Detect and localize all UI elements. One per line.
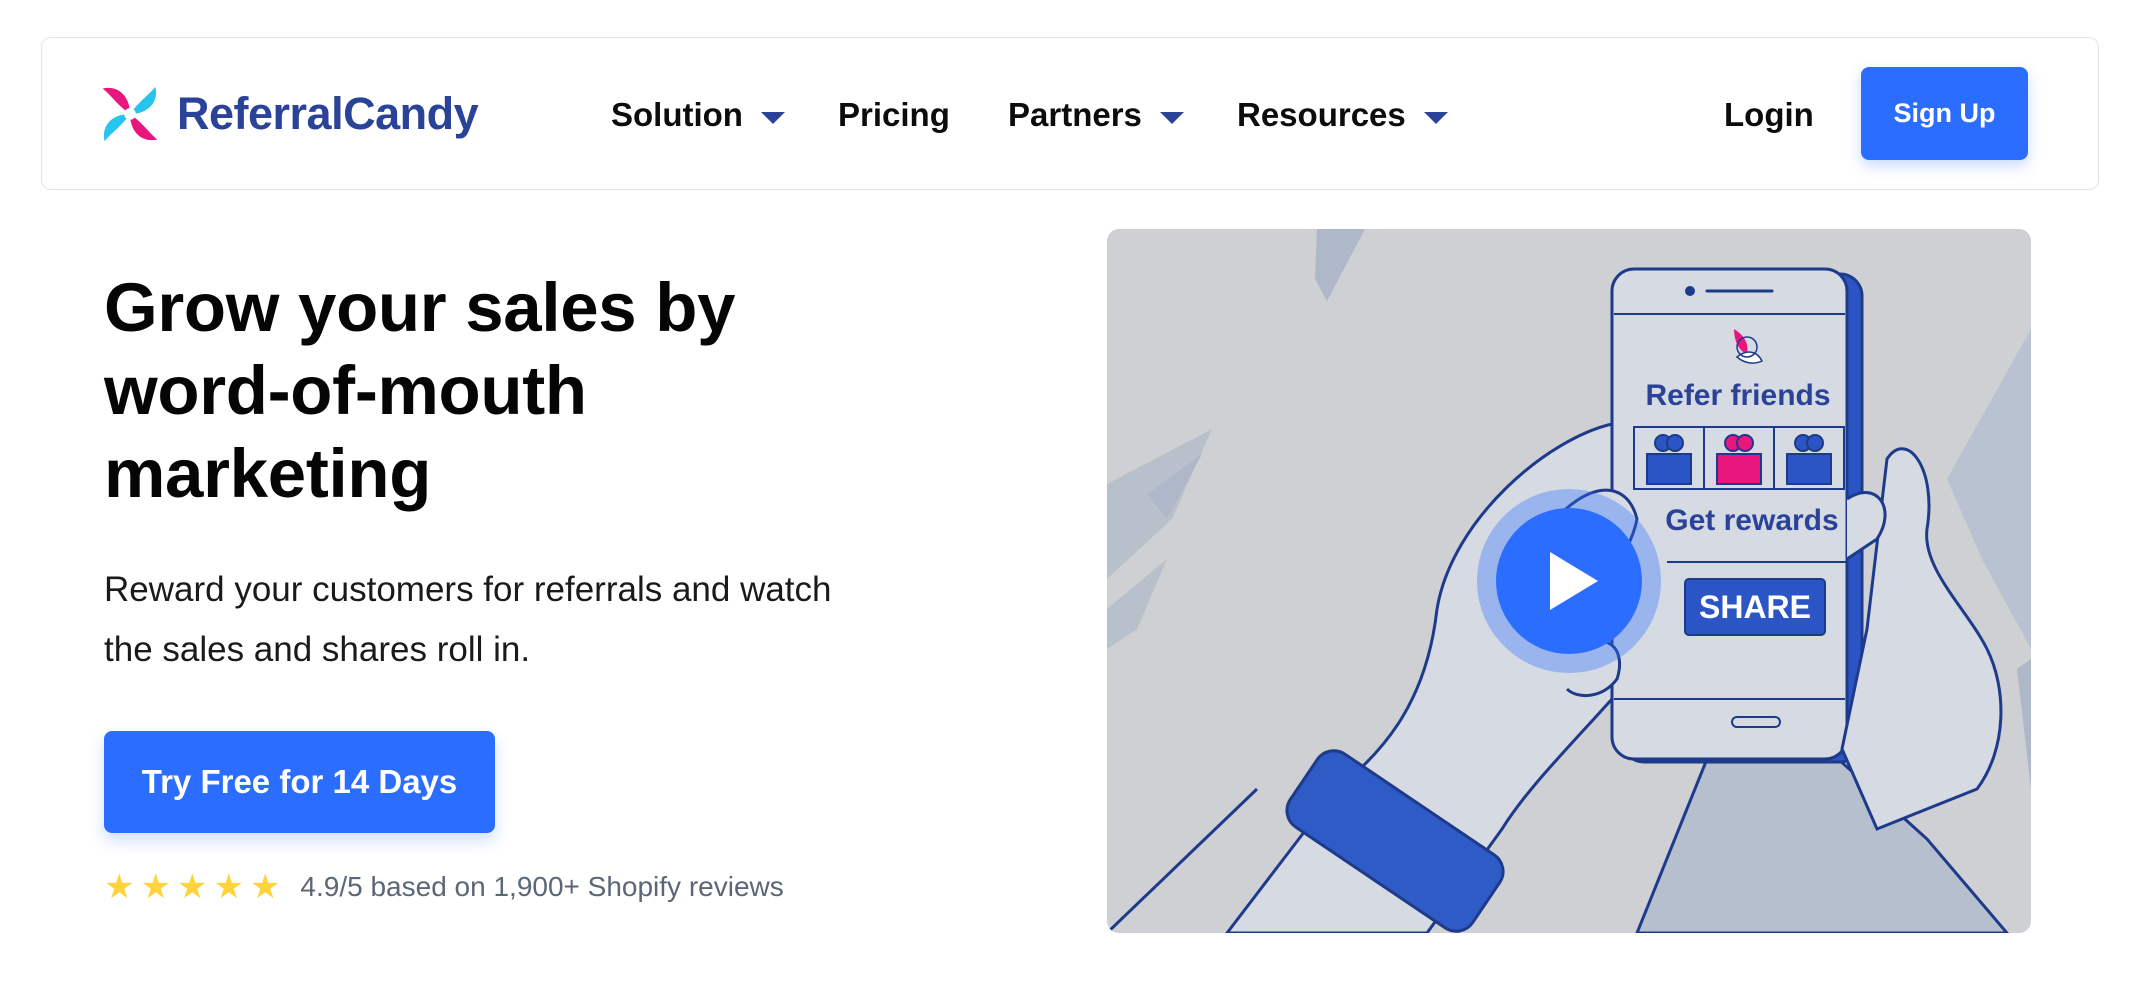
rating-summary: ★ ★ ★ ★ ★ 4.9/5 based on 1,900+ Shopify … [104,866,784,908]
hero-subtitle: Reward your customers for referrals and … [104,560,904,680]
nav-item-label: Solution [611,96,743,133]
star-icon: ★ [213,868,244,906]
nav-item-pricing[interactable]: Pricing [838,90,950,140]
star-icon: ★ [140,868,171,906]
nav-item-label: Partners [1008,96,1142,133]
star-rating: ★ ★ ★ ★ ★ [104,870,280,904]
hero-subtitle-line: Reward your customers for referrals and … [104,570,832,609]
chevron-down-icon [1423,112,1448,124]
try-free-button[interactable]: Try Free for 14 Days [104,731,495,833]
login-link[interactable]: Login [1724,90,1814,140]
play-icon [1550,552,1598,610]
nav-item-label: Pricing [838,96,950,133]
phone-subheading: Get rewards [1665,504,1838,537]
phone-heading: Refer friends [1645,379,1830,412]
nav-item-solution[interactable]: Solution [611,90,785,140]
phone-share-label: SHARE [1699,589,1811,625]
play-button-inner [1496,508,1642,654]
chevron-down-icon [1159,112,1184,124]
star-icon: ★ [104,868,135,906]
hero-title-line: Grow your sales by [104,269,736,346]
hero-title-line: word-of-mouth [104,352,587,429]
hero-title-line: marketing [104,435,432,512]
brand-name: ReferralCandy [177,88,479,139]
brand-logo[interactable]: ReferralCandy [91,74,479,154]
star-icon: ★ [176,868,208,906]
candy-swirl-logo-icon [102,86,158,142]
play-button[interactable] [1477,489,1661,673]
signup-button[interactable]: Sign Up [1861,67,2028,160]
nav-item-label: Resources [1237,96,1406,133]
hero-video[interactable]: Refer friends Get rewards SHARE [1107,229,2031,933]
chevron-down-icon [760,112,785,124]
star-icon: ★ [249,868,281,906]
hero-subtitle-line: the sales and shares roll in. [104,630,531,669]
top-navbar: ReferralCandy Solution Pricing Partners … [41,37,2099,190]
nav-item-resources[interactable]: Resources [1237,90,1448,140]
rating-text: 4.9/5 based on 1,900+ Shopify reviews [300,871,784,902]
nav-item-partners[interactable]: Partners [1008,90,1184,140]
hero-title: Grow your sales by word-of-mouth marketi… [104,266,924,515]
